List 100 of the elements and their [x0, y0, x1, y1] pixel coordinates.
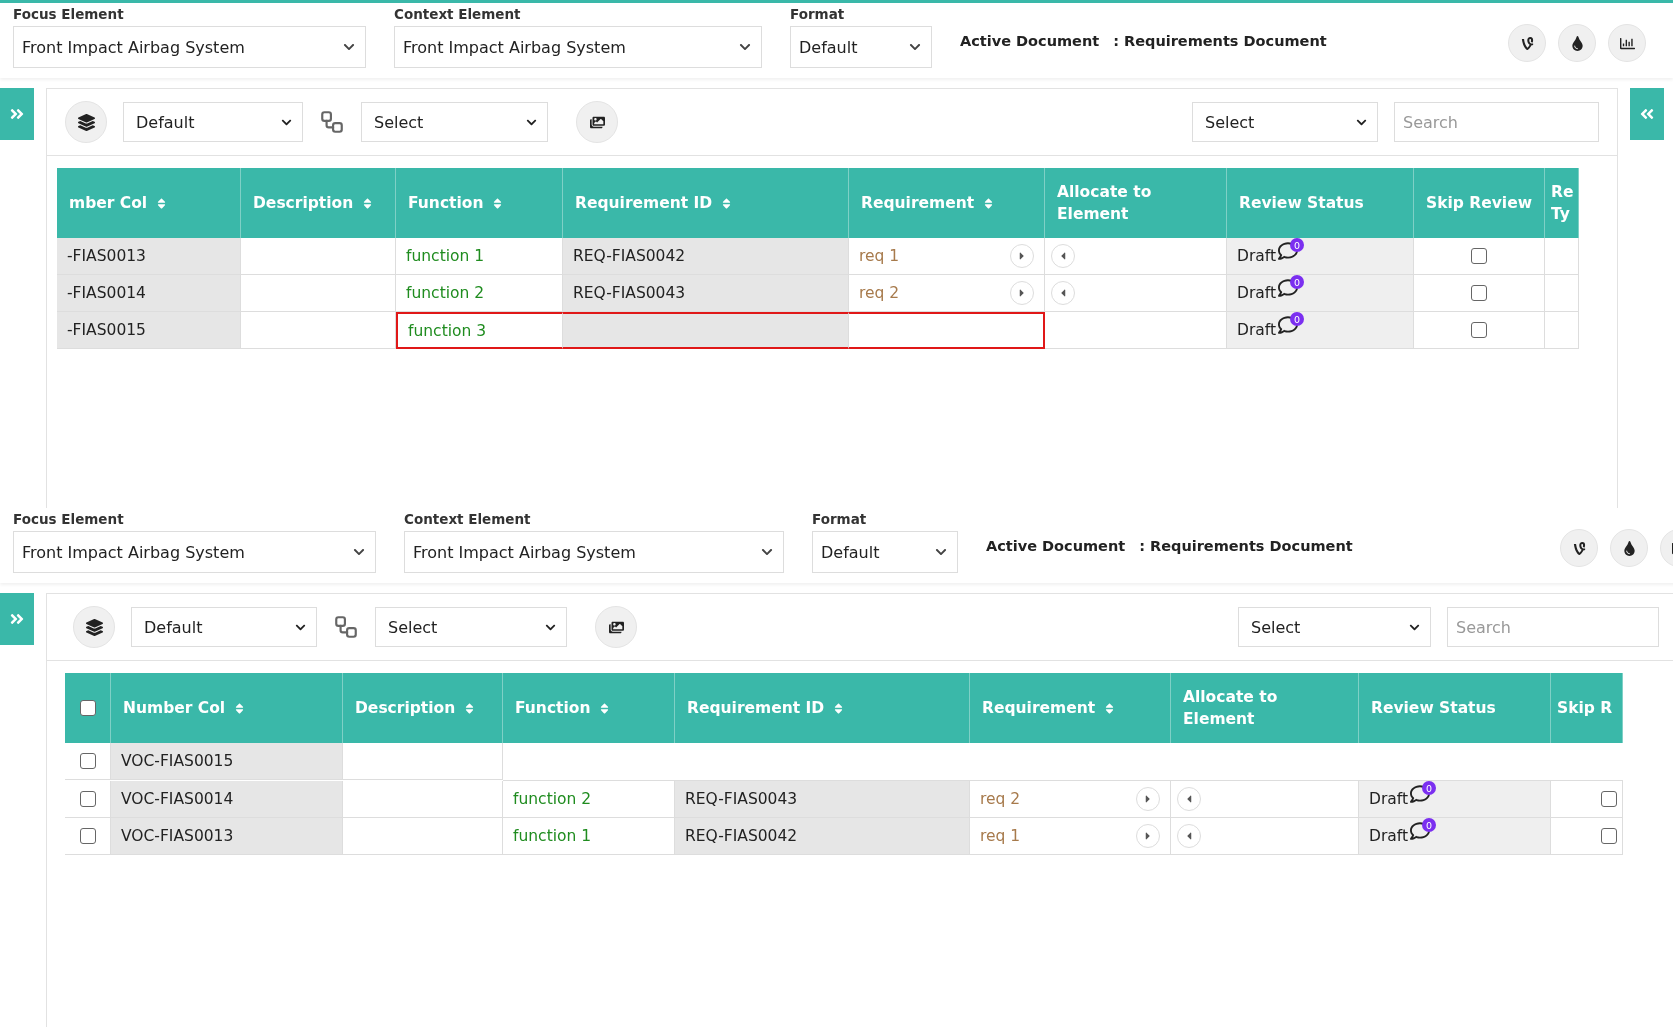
review-status: Draft: [1237, 247, 1277, 265]
droplet-button[interactable]: [1558, 24, 1596, 62]
droplet-icon: [1621, 540, 1637, 556]
checkbox[interactable]: [79, 753, 96, 769]
column-header[interactable]: mber Col: [57, 168, 241, 238]
caret-left-button[interactable]: [1177, 824, 1201, 848]
chevron-down-icon: [353, 546, 365, 558]
review-status: Draft: [1237, 321, 1277, 339]
dropdown[interactable]: Front Impact Airbag System: [13, 26, 366, 68]
view-select[interactable]: Default: [123, 102, 303, 142]
function-link[interactable]: function 2: [406, 284, 485, 302]
chevron-down-icon: [935, 546, 947, 558]
expand-toggle-button[interactable]: [0, 88, 34, 140]
column-header[interactable]: Allocate to Element: [1045, 168, 1227, 238]
requirement-link[interactable]: req 1: [859, 247, 900, 265]
chart-button[interactable]: [1608, 24, 1646, 62]
images-button[interactable]: [576, 101, 618, 143]
requirement-link[interactable]: req 2: [859, 284, 900, 302]
caret-left-button[interactable]: [1051, 281, 1075, 305]
table-cell: VOC-FIAS0014: [111, 781, 343, 818]
table-cell: -FIAS0014: [57, 275, 241, 312]
images-button[interactable]: [595, 606, 637, 648]
chevron-down-icon: [343, 41, 355, 53]
workflow-icon[interactable]: [333, 614, 359, 640]
caret-left-button[interactable]: [1177, 787, 1201, 811]
function-link[interactable]: function 3: [408, 321, 487, 340]
column-header[interactable]: Function: [396, 168, 563, 238]
filter-select[interactable]: Select: [1238, 607, 1431, 647]
column-header[interactable]: Number Col: [111, 673, 343, 743]
caret-left-button[interactable]: [1051, 244, 1075, 268]
column-header[interactable]: Function: [503, 673, 675, 743]
column-header[interactable]: Description: [241, 168, 396, 238]
column-header[interactable]: Review Status: [1227, 168, 1414, 238]
column-header[interactable]: Skip R: [1551, 673, 1623, 743]
function-link[interactable]: function 2: [513, 790, 592, 808]
comment-count-badge: 0: [1290, 238, 1305, 252]
checkbox[interactable]: [1471, 322, 1487, 338]
active-document-value: : Requirements Document: [1139, 538, 1353, 554]
field-label: Focus Element: [13, 6, 125, 24]
function-link[interactable]: function 1: [406, 247, 485, 265]
column-header[interactable]: Skip Review: [1414, 168, 1545, 238]
checkbox[interactable]: [79, 791, 96, 807]
bar-chart-icon: [1619, 35, 1635, 51]
field-label: Context Element: [404, 511, 532, 529]
checkbox[interactable]: [1601, 828, 1617, 844]
column-header[interactable]: Requirement: [849, 168, 1045, 238]
expand-toggle-button[interactable]: [0, 593, 34, 645]
search-field[interactable]: Search: [1394, 102, 1599, 142]
droplet-button[interactable]: [1610, 529, 1648, 567]
column-header[interactable]: Requirement: [970, 673, 1171, 743]
chevron-down-icon: [761, 546, 773, 558]
layers-button[interactable]: [73, 606, 115, 648]
table-cell: -FIAS0015: [57, 312, 241, 349]
dropdown[interactable]: Default: [812, 531, 958, 573]
column-header[interactable]: Allocate to Element: [1171, 673, 1359, 743]
checkbox[interactable]: [1471, 285, 1487, 301]
active-document-value: : Requirements Document: [1113, 33, 1327, 49]
column-header[interactable]: Requirement ID: [563, 168, 849, 238]
function-link[interactable]: function 1: [513, 827, 592, 845]
search-field[interactable]: Search: [1447, 607, 1659, 647]
caret-right-button[interactable]: [1136, 787, 1160, 811]
comment-count-badge: 0: [1422, 818, 1437, 832]
vine-button[interactable]: [1560, 529, 1598, 567]
requirement-link[interactable]: req 2: [980, 790, 1021, 808]
workflow-icon[interactable]: [319, 109, 345, 135]
column-header[interactable]: Review Status: [1359, 673, 1551, 743]
layers-icon: [85, 618, 103, 636]
checkbox[interactable]: [1471, 248, 1487, 264]
field-label: Context Element: [394, 6, 522, 24]
double-chevron-right-icon: [9, 106, 25, 122]
vine-button[interactable]: [1508, 24, 1546, 62]
checkbox[interactable]: [1601, 791, 1617, 807]
comment-count-badge: 0: [1290, 312, 1305, 326]
images-icon: [608, 619, 624, 635]
caret-right-button[interactable]: [1010, 244, 1034, 268]
column-header[interactable]: Description: [343, 673, 503, 743]
caret-right-button[interactable]: [1136, 824, 1160, 848]
flow-select[interactable]: Select: [375, 607, 567, 647]
checkbox[interactable]: [79, 700, 96, 716]
dropdown[interactable]: Default: [790, 26, 932, 68]
field-label: Focus Element: [13, 511, 125, 529]
requirement-id: REQ-FIAS0043: [573, 284, 686, 302]
column-header[interactable]: Re Ty: [1545, 168, 1579, 238]
view-select[interactable]: Default: [131, 607, 317, 647]
field-label: Format: [790, 6, 846, 24]
column-header[interactable]: Requirement ID: [675, 673, 970, 743]
filter-select[interactable]: Select: [1192, 102, 1378, 142]
images-icon: [589, 114, 605, 130]
requirement-id: REQ-FIAS0043: [685, 790, 798, 808]
caret-right-button[interactable]: [1010, 281, 1034, 305]
requirement-link[interactable]: req 1: [980, 827, 1021, 845]
double-chevron-right-icon: [9, 611, 25, 627]
collapse-toggle-button[interactable]: [1630, 88, 1664, 140]
flow-select[interactable]: Select: [361, 102, 548, 142]
dropdown[interactable]: Front Impact Airbag System: [404, 531, 784, 573]
table-cell: VOC-FIAS0015: [111, 743, 343, 780]
checkbox[interactable]: [79, 828, 96, 844]
dropdown[interactable]: Front Impact Airbag System: [13, 531, 376, 573]
layers-button[interactable]: [65, 101, 107, 143]
dropdown[interactable]: Front Impact Airbag System: [394, 26, 762, 68]
